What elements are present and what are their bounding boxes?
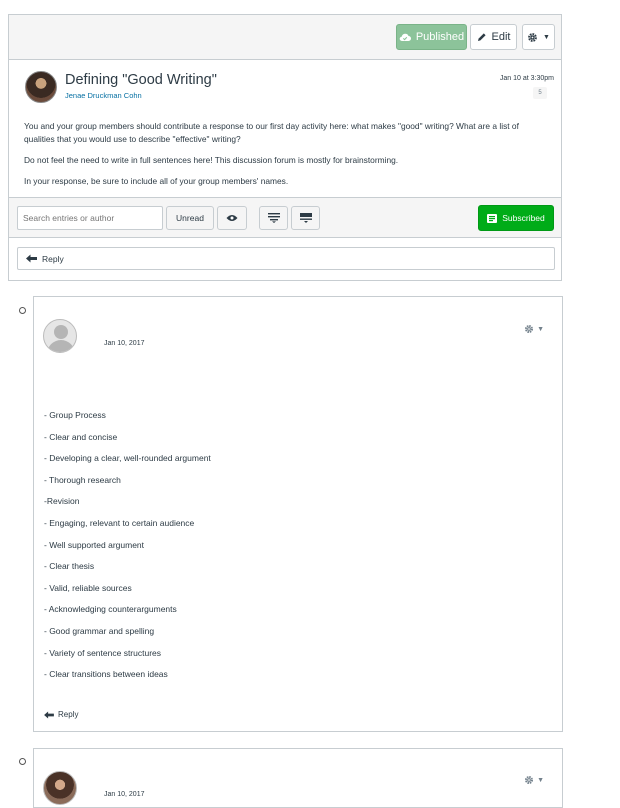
reply-arrow-icon	[44, 710, 54, 719]
chevron-down-icon: ▼	[537, 776, 544, 784]
collapse-threads-button[interactable]	[259, 206, 288, 230]
thread-bullet	[19, 307, 26, 314]
subscribed-button[interactable]: Subscribed	[478, 205, 554, 231]
edit-label: Edit	[491, 31, 511, 43]
entry-line: - Clear thesis	[44, 561, 95, 572]
avatar[interactable]	[43, 319, 77, 353]
entry-line: - Thorough research	[44, 474, 121, 485]
edit-button[interactable]: Edit	[470, 24, 517, 50]
expand-icon	[299, 213, 312, 223]
discussion-controls: Unread	[9, 197, 561, 238]
topic-toolbar: Published Edit ▼	[9, 15, 561, 60]
topic-paragraph: Do not feel the need to write in full se…	[24, 155, 399, 165]
entry-line: - Valid, reliable sources	[44, 582, 132, 593]
chevron-down-icon: ▼	[537, 325, 544, 333]
entry-line: - Engaging, relevant to certain audience	[44, 517, 195, 528]
entry-date: Jan 10, 2017	[104, 340, 145, 347]
subscribed-label: Subscribed	[502, 213, 545, 223]
pencil-icon	[477, 33, 486, 41]
mark-all-read-button[interactable]	[217, 206, 247, 230]
published-button[interactable]: Published	[396, 24, 467, 50]
subscribe-icon	[487, 213, 498, 223]
settings-menu-button[interactable]: ▼	[522, 24, 555, 50]
author-avatar[interactable]	[25, 71, 57, 103]
expand-threads-button[interactable]	[291, 206, 320, 230]
page-title: Defining "Good Writing"	[65, 72, 217, 88]
topic-reply-button[interactable]: Reply	[17, 247, 555, 270]
entry-line: - Variety of sentence structures	[44, 647, 162, 658]
entry-reply-link[interactable]: Reply	[44, 710, 78, 719]
entry-line: - Clear transitions between ideas	[44, 669, 168, 680]
discussion-topic: Published Edit ▼ Defining "Good Writing"…	[8, 14, 562, 281]
discussion-entry: Jan 10, 2017 ▼	[33, 748, 563, 808]
gear-icon	[525, 325, 534, 333]
cloud-check-icon	[399, 33, 411, 41]
author-link[interactable]: Jenae Druckman Cohn	[65, 91, 142, 100]
entry-line: - Group Process	[44, 410, 106, 420]
topic-paragraph: In your response, be sure to include all…	[24, 176, 289, 186]
entry-date: Jan 10, 2017	[104, 791, 145, 798]
chevron-down-icon: ▼	[543, 33, 550, 41]
collapse-icon	[267, 213, 280, 223]
unread-button[interactable]: Unread	[166, 206, 214, 230]
entry-line: - Well supported argument	[44, 539, 145, 550]
gear-icon	[525, 776, 534, 784]
entry-line: - Good grammar and spelling	[44, 625, 155, 636]
search-input[interactable]	[17, 206, 163, 230]
topic-paragraph: You and your group members should contri…	[24, 121, 519, 144]
entry-line: - Acknowledging counterarguments	[44, 604, 177, 615]
entry-line: - Clear and concise	[44, 431, 118, 442]
entry-line: - Developing a clear, well-rounded argum…	[44, 453, 211, 464]
post-date: Jan 10 at 3:30pm	[499, 75, 554, 82]
reply-arrow-icon	[26, 254, 37, 263]
topic-message: You and your group members should contri…	[24, 120, 549, 196]
published-label: Published	[415, 31, 465, 43]
entry-settings-button[interactable]: ▼	[524, 324, 544, 334]
gear-icon	[528, 32, 537, 42]
topic-header: Defining "Good Writing" Jenae Druckman C…	[9, 60, 561, 212]
thread-bullet	[19, 758, 26, 765]
entry-line: -Revision	[44, 496, 80, 507]
entry-settings-button[interactable]: ▼	[524, 775, 544, 785]
discussion-entry: Jan 10, 2017 ▼ - Group Process - Clear a…	[33, 296, 563, 732]
reply-count-badge: 5	[533, 87, 547, 99]
eye-icon	[226, 215, 238, 221]
entry-message: - Group Process - Clear and concise - De…	[44, 409, 211, 690]
reply-label: Reply	[42, 253, 64, 264]
reply-label: Reply	[58, 710, 79, 719]
